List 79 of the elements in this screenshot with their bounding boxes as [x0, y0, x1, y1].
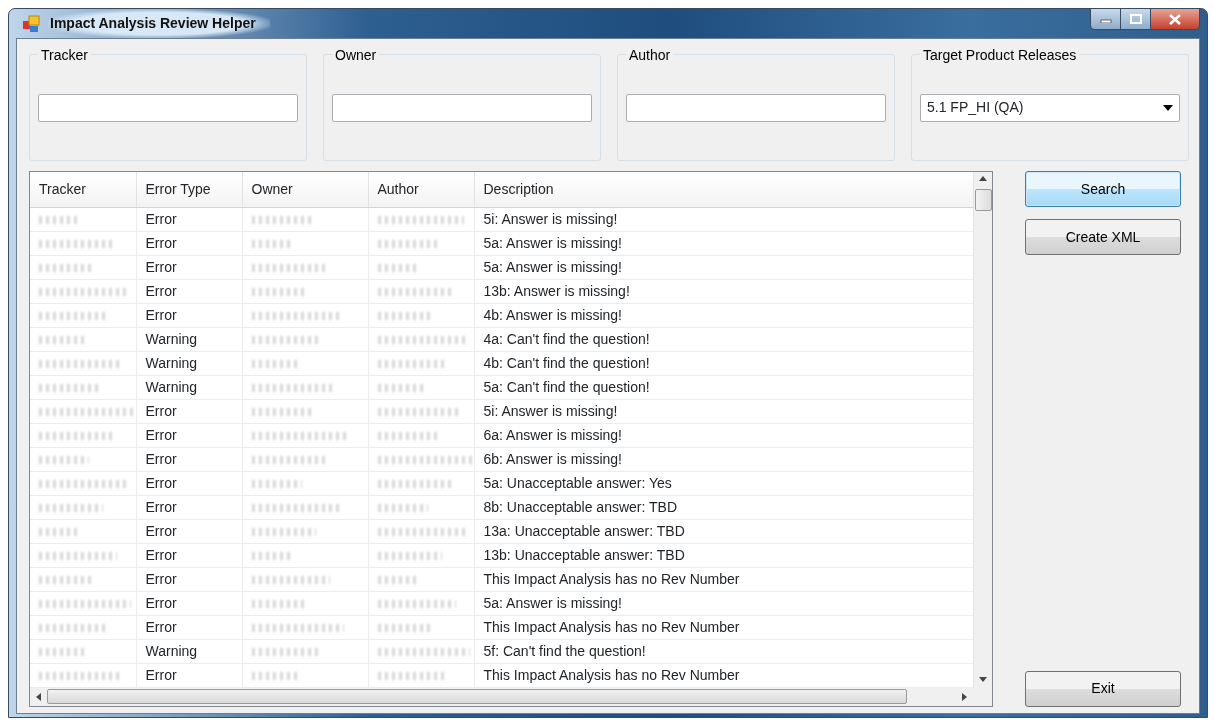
scrollbar-thumb[interactable]: [974, 189, 992, 211]
dropdown-arrow-icon: [1163, 104, 1173, 111]
scroll-right-arrow-icon[interactable]: [962, 692, 967, 701]
release-dropdown[interactable]: 5.1 FP_HI (QA): [920, 93, 1180, 122]
table-cell: Error: [136, 303, 242, 327]
column-header[interactable]: Owner: [242, 172, 368, 207]
blurred-text: [39, 623, 108, 632]
blurred-text: [377, 263, 418, 272]
blurred-text: [377, 671, 447, 680]
table-cell: Error: [136, 519, 242, 543]
action-button[interactable]: Search: [1025, 171, 1181, 207]
blurred-text: [251, 239, 292, 248]
blurred-text: [251, 671, 298, 680]
blurred-text: [251, 647, 321, 656]
input-field[interactable]: [332, 93, 592, 122]
scroll-up-arrow-icon[interactable]: [979, 176, 987, 181]
table-cell: Error: [136, 663, 242, 687]
blurred-text: [39, 263, 93, 272]
table-cell: Warning: [136, 327, 242, 351]
blurred-text: [377, 503, 428, 512]
blurred-text: [39, 455, 89, 464]
table-cell: Error: [136, 615, 242, 639]
blurred-text: [377, 383, 423, 392]
action-button[interactable]: Create XML: [1025, 219, 1181, 255]
blurred-text: [251, 551, 293, 560]
blurred-text: [377, 431, 437, 440]
table-cell: Error: [136, 279, 242, 303]
table-cell: Error: [136, 207, 242, 231]
table-cell: Warning: [136, 351, 242, 375]
scroll-left-arrow-icon[interactable]: [36, 692, 41, 701]
column-header[interactable]: Tracker: [30, 172, 136, 207]
action-button[interactable]: Exit: [1025, 670, 1181, 707]
blurred-text: [251, 359, 297, 368]
column-header[interactable]: Author: [368, 172, 474, 207]
table-cell: Error: [136, 543, 242, 567]
blurred-text: [251, 479, 302, 488]
column-header[interactable]: Error Type: [136, 172, 242, 207]
app-icon: [22, 14, 40, 33]
blurred-text: [39, 575, 94, 584]
blurred-text: [251, 407, 311, 416]
maximize-icon: [1129, 14, 1142, 24]
vertical-scrollbar[interactable]: [973, 172, 992, 688]
window-title: Impact Analysis Review Helper: [48, 9, 270, 38]
scrollbar-thumb[interactable]: [47, 689, 907, 704]
blurred-text: [377, 311, 432, 320]
blurred-text: [39, 215, 79, 224]
blurred-text: [39, 527, 80, 536]
blurred-text: [39, 335, 84, 344]
blurred-text: [39, 383, 98, 392]
close-icon: [1168, 13, 1182, 25]
blurred-text: [377, 575, 419, 584]
blurred-text: [251, 287, 306, 296]
input-field[interactable]: [626, 93, 886, 122]
table-cell: Error: [136, 231, 242, 255]
table-cell: Error: [136, 567, 242, 591]
blurred-text: [377, 551, 442, 560]
blurred-text: [377, 359, 446, 368]
close-button[interactable]: [1151, 9, 1199, 29]
input-field[interactable]: [38, 93, 298, 122]
table-cell: Error: [136, 447, 242, 471]
table-cell: Error: [136, 423, 242, 447]
column-header[interactable]: Description: [474, 172, 973, 207]
blurred-text: [251, 599, 307, 608]
blurred-text: [39, 311, 107, 320]
blurred-text: [251, 527, 316, 536]
blurred-text: [39, 647, 85, 656]
table-cell: Error: [136, 591, 242, 615]
table-cell: Warning: [136, 375, 242, 399]
minimize-button[interactable]: [1091, 9, 1121, 29]
scroll-down-arrow-icon[interactable]: [979, 676, 987, 682]
maximize-button[interactable]: [1121, 9, 1151, 29]
table-cell: Error: [136, 399, 242, 423]
table-cell: Error: [136, 255, 242, 279]
blurred-text: [251, 335, 320, 344]
blurred-text: [377, 623, 433, 632]
blurred-text: [39, 503, 103, 512]
table-cell: Error: [136, 471, 242, 495]
table-cell: Warning: [136, 639, 242, 663]
table-cell: Error: [136, 495, 242, 519]
